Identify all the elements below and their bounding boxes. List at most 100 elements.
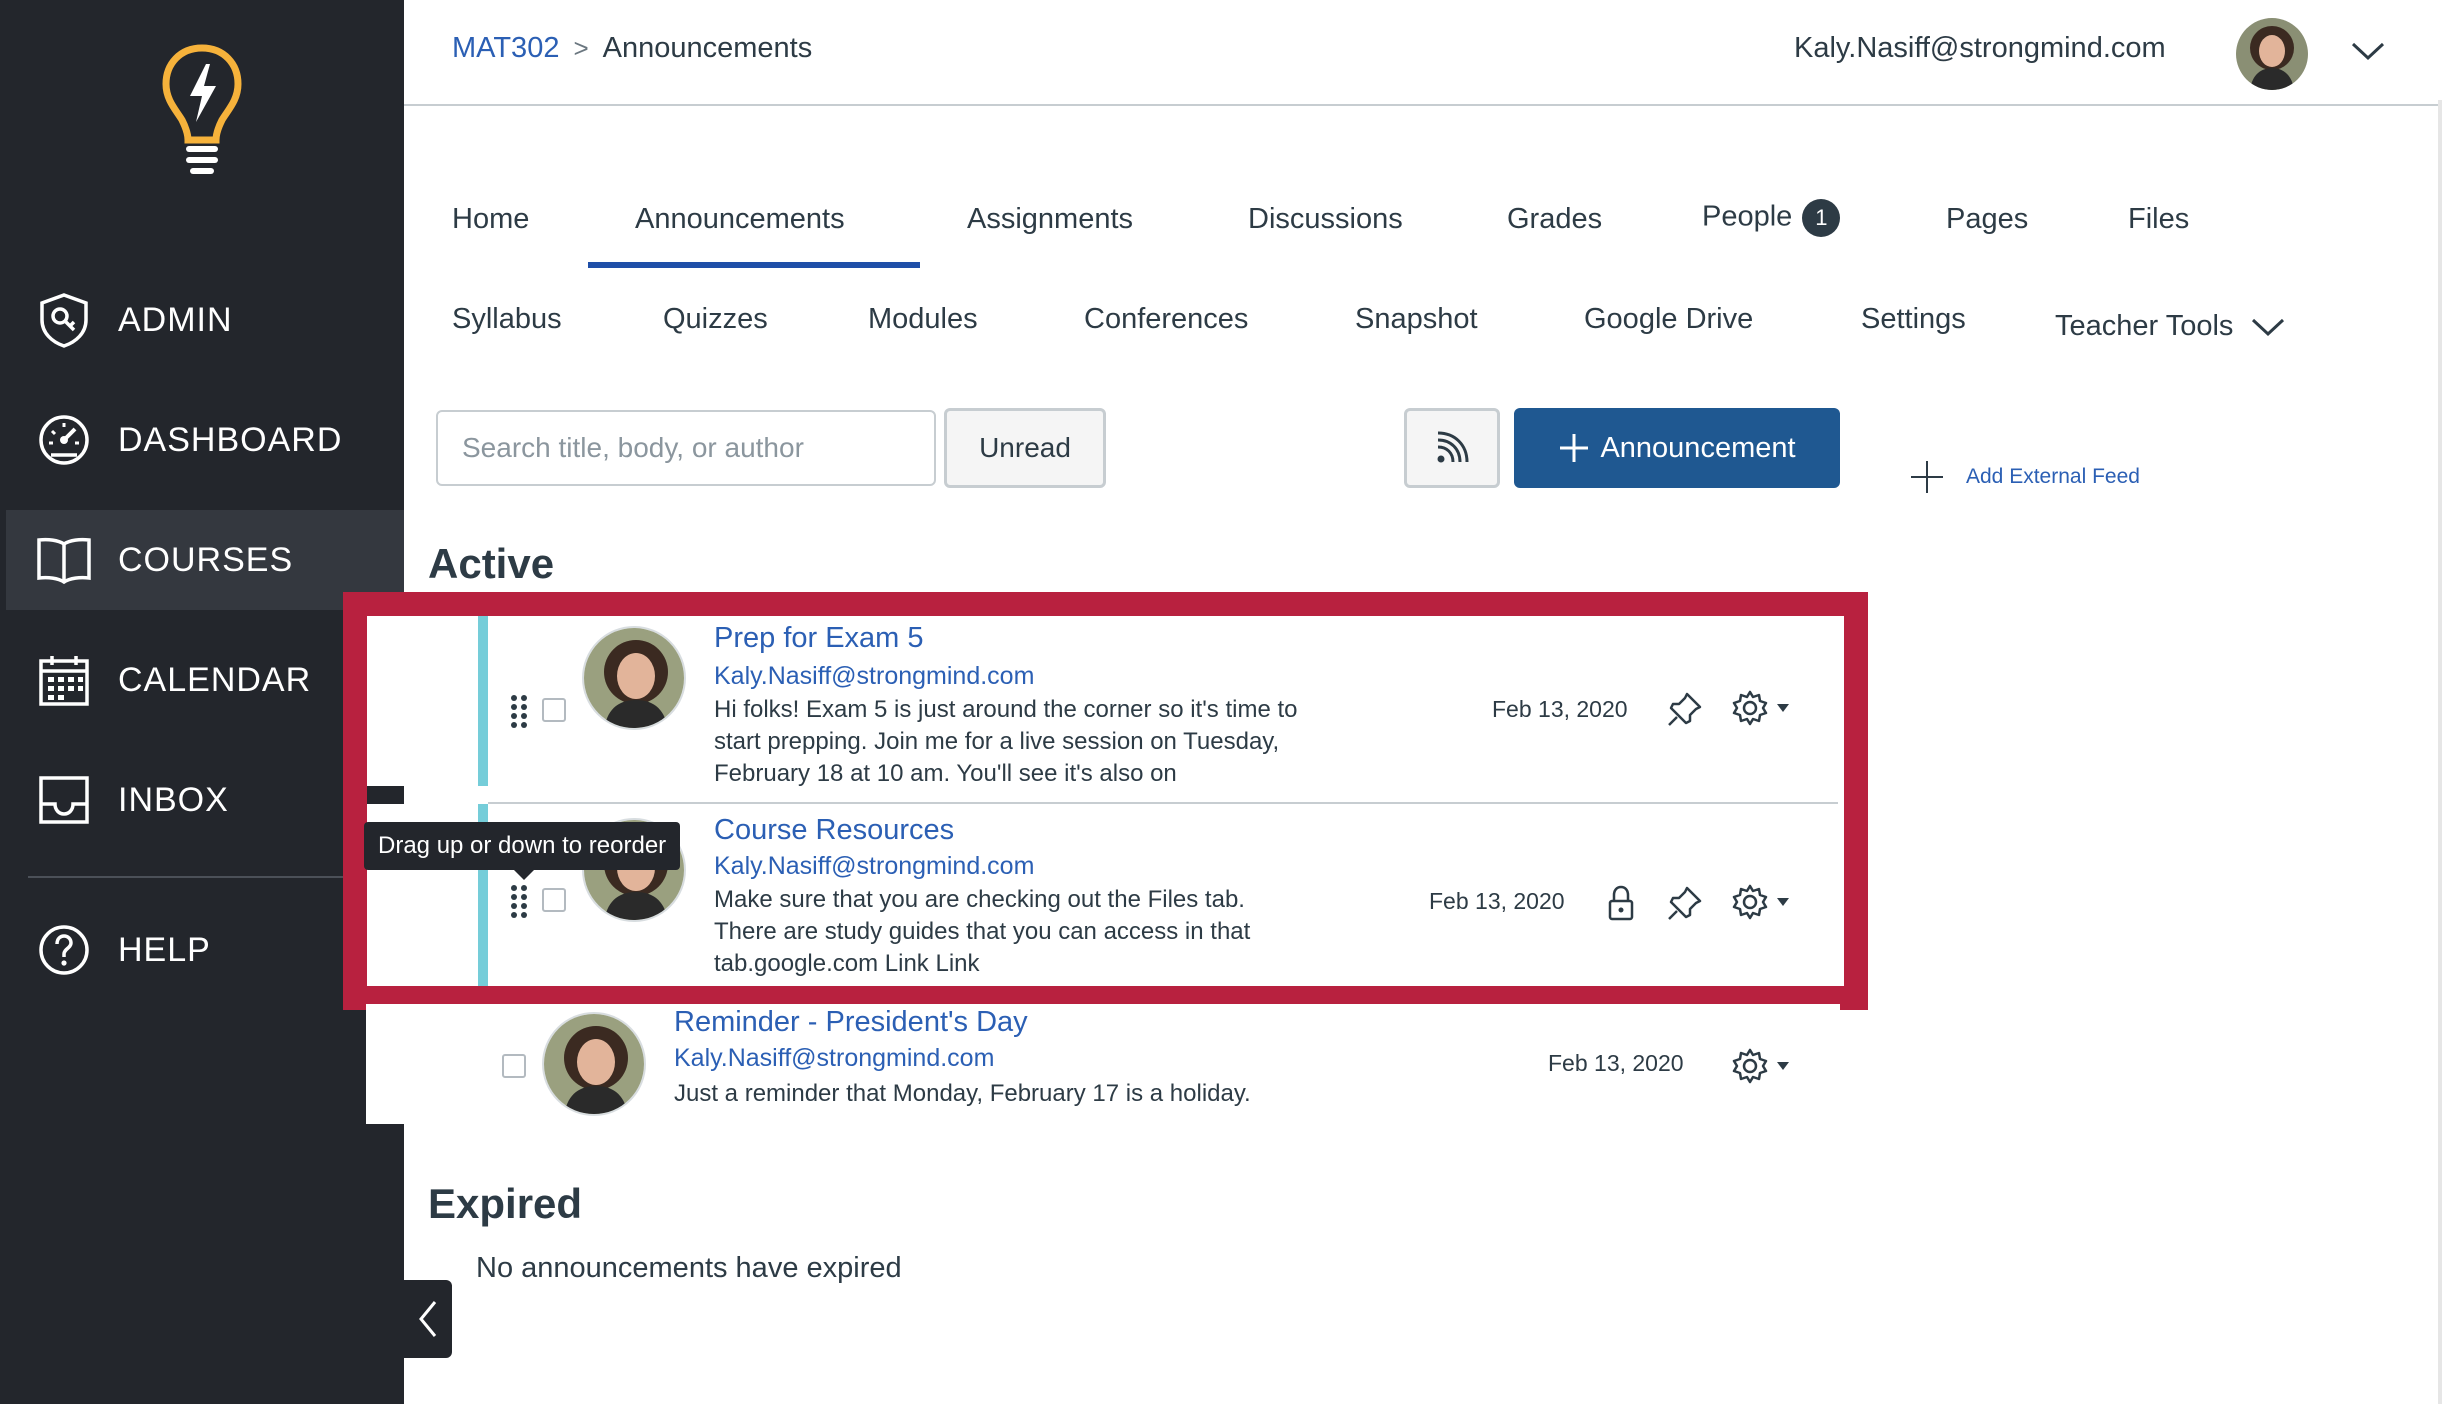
tab-discussions[interactable]: Discussions <box>1248 203 1403 236</box>
announcement-author-link[interactable]: Kaly.Nasiff@strongmind.com <box>714 852 1034 881</box>
announcement-body: Just a reminder that Monday, February 17… <box>674 1080 1251 1107</box>
nav-label-courses: COURSES <box>118 540 294 579</box>
tab-home[interactable]: Home <box>452 203 529 236</box>
plus-icon <box>1911 461 1943 493</box>
tab-conferences[interactable]: Conferences <box>1084 303 1248 336</box>
tab-announcements[interactable]: Announcements <box>635 203 845 236</box>
nav-item-help[interactable]: HELP <box>6 900 404 1000</box>
add-announcement-label: Announcement <box>1600 431 1796 464</box>
people-count-badge: 1 <box>1802 199 1841 237</box>
rss-icon <box>1437 431 1469 463</box>
inbox-tray-icon <box>36 772 92 828</box>
breadcrumb: MAT302 > Announcements <box>452 32 812 65</box>
gear-icon <box>1732 1048 1768 1084</box>
pin-icon[interactable] <box>1666 884 1704 922</box>
tab-modules[interactable]: Modules <box>868 303 978 336</box>
select-checkbox[interactable] <box>502 1054 526 1078</box>
breadcrumb-current: Announcements <box>602 32 813 64</box>
tab-snapshot[interactable]: Snapshot <box>1355 303 1478 336</box>
announcement-options-menu[interactable] <box>1732 1048 1790 1084</box>
announcement-author-link[interactable]: Kaly.Nasiff@strongmind.com <box>674 1044 994 1073</box>
caret-down-icon <box>1777 1062 1789 1070</box>
nav-label-admin: ADMIN <box>118 300 233 339</box>
admin-shield-icon <box>36 292 92 348</box>
courses-book-icon <box>36 532 92 588</box>
gear-icon <box>1732 884 1768 920</box>
breadcrumb-separator: > <box>573 33 589 63</box>
unread-filter-label: Unread <box>979 432 1071 463</box>
unread-filter-button[interactable]: Unread <box>944 408 1106 488</box>
page-right-border <box>2438 100 2442 1404</box>
announcement-date: Feb 13, 2020 <box>1429 888 1565 914</box>
active-tab-indicator <box>588 262 920 268</box>
tab-syllabus[interactable]: Syllabus <box>452 303 562 336</box>
announcement-author-link[interactable]: Kaly.Nasiff@strongmind.com <box>714 662 1034 691</box>
chevron-down-icon <box>2252 318 2285 336</box>
tab-grades[interactable]: Grades <box>1507 203 1602 236</box>
nav-item-inbox[interactable]: INBOX <box>6 750 404 850</box>
tab-quizzes[interactable]: Quizzes <box>663 303 768 336</box>
tab-teacher-tools[interactable]: Teacher Tools <box>2055 310 2285 343</box>
select-checkbox[interactable] <box>542 698 566 722</box>
nav-label-help: HELP <box>118 930 211 969</box>
announcement-date: Feb 13, 2020 <box>1492 696 1628 722</box>
drag-handle-icon[interactable] <box>510 694 528 728</box>
announcement-title-link[interactable]: Course Resources <box>714 814 954 847</box>
tab-people[interactable]: People 1 <box>1702 199 1841 237</box>
add-external-feed-link[interactable]: Add External Feed <box>1910 460 2140 494</box>
tab-settings[interactable]: Settings <box>1861 303 1966 336</box>
tab-assignments[interactable]: Assignments <box>967 203 1133 236</box>
announcement-body: Hi folks! Exam 5 is just around the corn… <box>714 696 1298 786</box>
calendar-icon <box>36 652 92 708</box>
tab-pages[interactable]: Pages <box>1946 203 2028 236</box>
drag-handle-icon[interactable] <box>510 884 528 918</box>
pinned-accent-bar <box>478 616 488 786</box>
nav-item-dashboard[interactable]: DASHBOARD <box>6 390 404 490</box>
expired-section-heading: Expired <box>428 1180 583 1227</box>
user-menu-chevron-down-icon[interactable] <box>2350 36 2386 66</box>
author-avatar <box>542 1012 646 1116</box>
rss-feed-button[interactable] <box>1404 408 1500 488</box>
help-question-icon <box>36 922 92 978</box>
user-avatar[interactable] <box>2236 18 2308 90</box>
search-input[interactable] <box>436 410 936 486</box>
lock-icon[interactable] <box>1602 884 1640 922</box>
announcement-date: Feb 13, 2020 <box>1548 1050 1684 1076</box>
plus-icon <box>1560 434 1589 462</box>
nav-item-admin[interactable]: ADMIN <box>6 270 404 370</box>
chevron-left-icon <box>419 1301 437 1337</box>
gear-icon <box>1732 690 1768 726</box>
no-expired-message: No announcements have expired <box>476 1252 902 1284</box>
author-avatar <box>582 626 686 730</box>
add-announcement-button[interactable]: Announcement <box>1514 408 1840 488</box>
tab-teacher-tools-label: Teacher Tools <box>2055 310 2234 342</box>
nav-label-dashboard: DASHBOARD <box>118 420 343 459</box>
sidebar-divider <box>28 876 380 878</box>
drag-reorder-tooltip: Drag up or down to reorder <box>364 822 681 880</box>
add-external-feed-label: Add External Feed <box>1966 465 2140 488</box>
active-section-heading: Active <box>428 540 555 587</box>
announcement-title-link[interactable]: Reminder - President's Day <box>674 1006 1028 1039</box>
collapse-sidebar-button[interactable] <box>404 1280 452 1358</box>
dashboard-gauge-icon <box>36 412 92 468</box>
tab-files[interactable]: Files <box>2128 203 2189 236</box>
announcement-title-link[interactable]: Prep for Exam 5 <box>714 622 924 655</box>
announcement-options-menu[interactable] <box>1732 690 1790 726</box>
user-email: Kaly.Nasiff@strongmind.com <box>1794 32 2166 64</box>
select-checkbox[interactable] <box>542 888 566 912</box>
nav-label-calendar: CALENDAR <box>118 660 312 699</box>
global-nav-sidebar: ADMIN DASHBOARD COURSES CALENDAR INBOX H… <box>0 0 404 1404</box>
nav-label-inbox: INBOX <box>118 780 229 819</box>
announcement-row[interactable]: Reminder - President's Day Kaly.Nasiff@s… <box>366 1004 1840 1124</box>
strongmind-lightbulb-logo[interactable] <box>160 42 244 182</box>
announcement-body: Make sure that you are checking out the … <box>714 886 1251 977</box>
caret-down-icon <box>1777 704 1789 712</box>
tab-google-drive[interactable]: Google Drive <box>1584 303 1753 336</box>
caret-down-icon <box>1777 898 1789 906</box>
pin-icon[interactable] <box>1666 690 1704 728</box>
nav-item-courses[interactable]: COURSES <box>6 510 404 610</box>
announcement-row[interactable]: Prep for Exam 5 Kaly.Nasiff@strongmind.c… <box>366 616 1840 786</box>
breadcrumb-course-link[interactable]: MAT302 <box>452 32 559 65</box>
nav-item-calendar[interactable]: CALENDAR <box>6 630 404 730</box>
announcement-options-menu[interactable] <box>1732 884 1790 920</box>
